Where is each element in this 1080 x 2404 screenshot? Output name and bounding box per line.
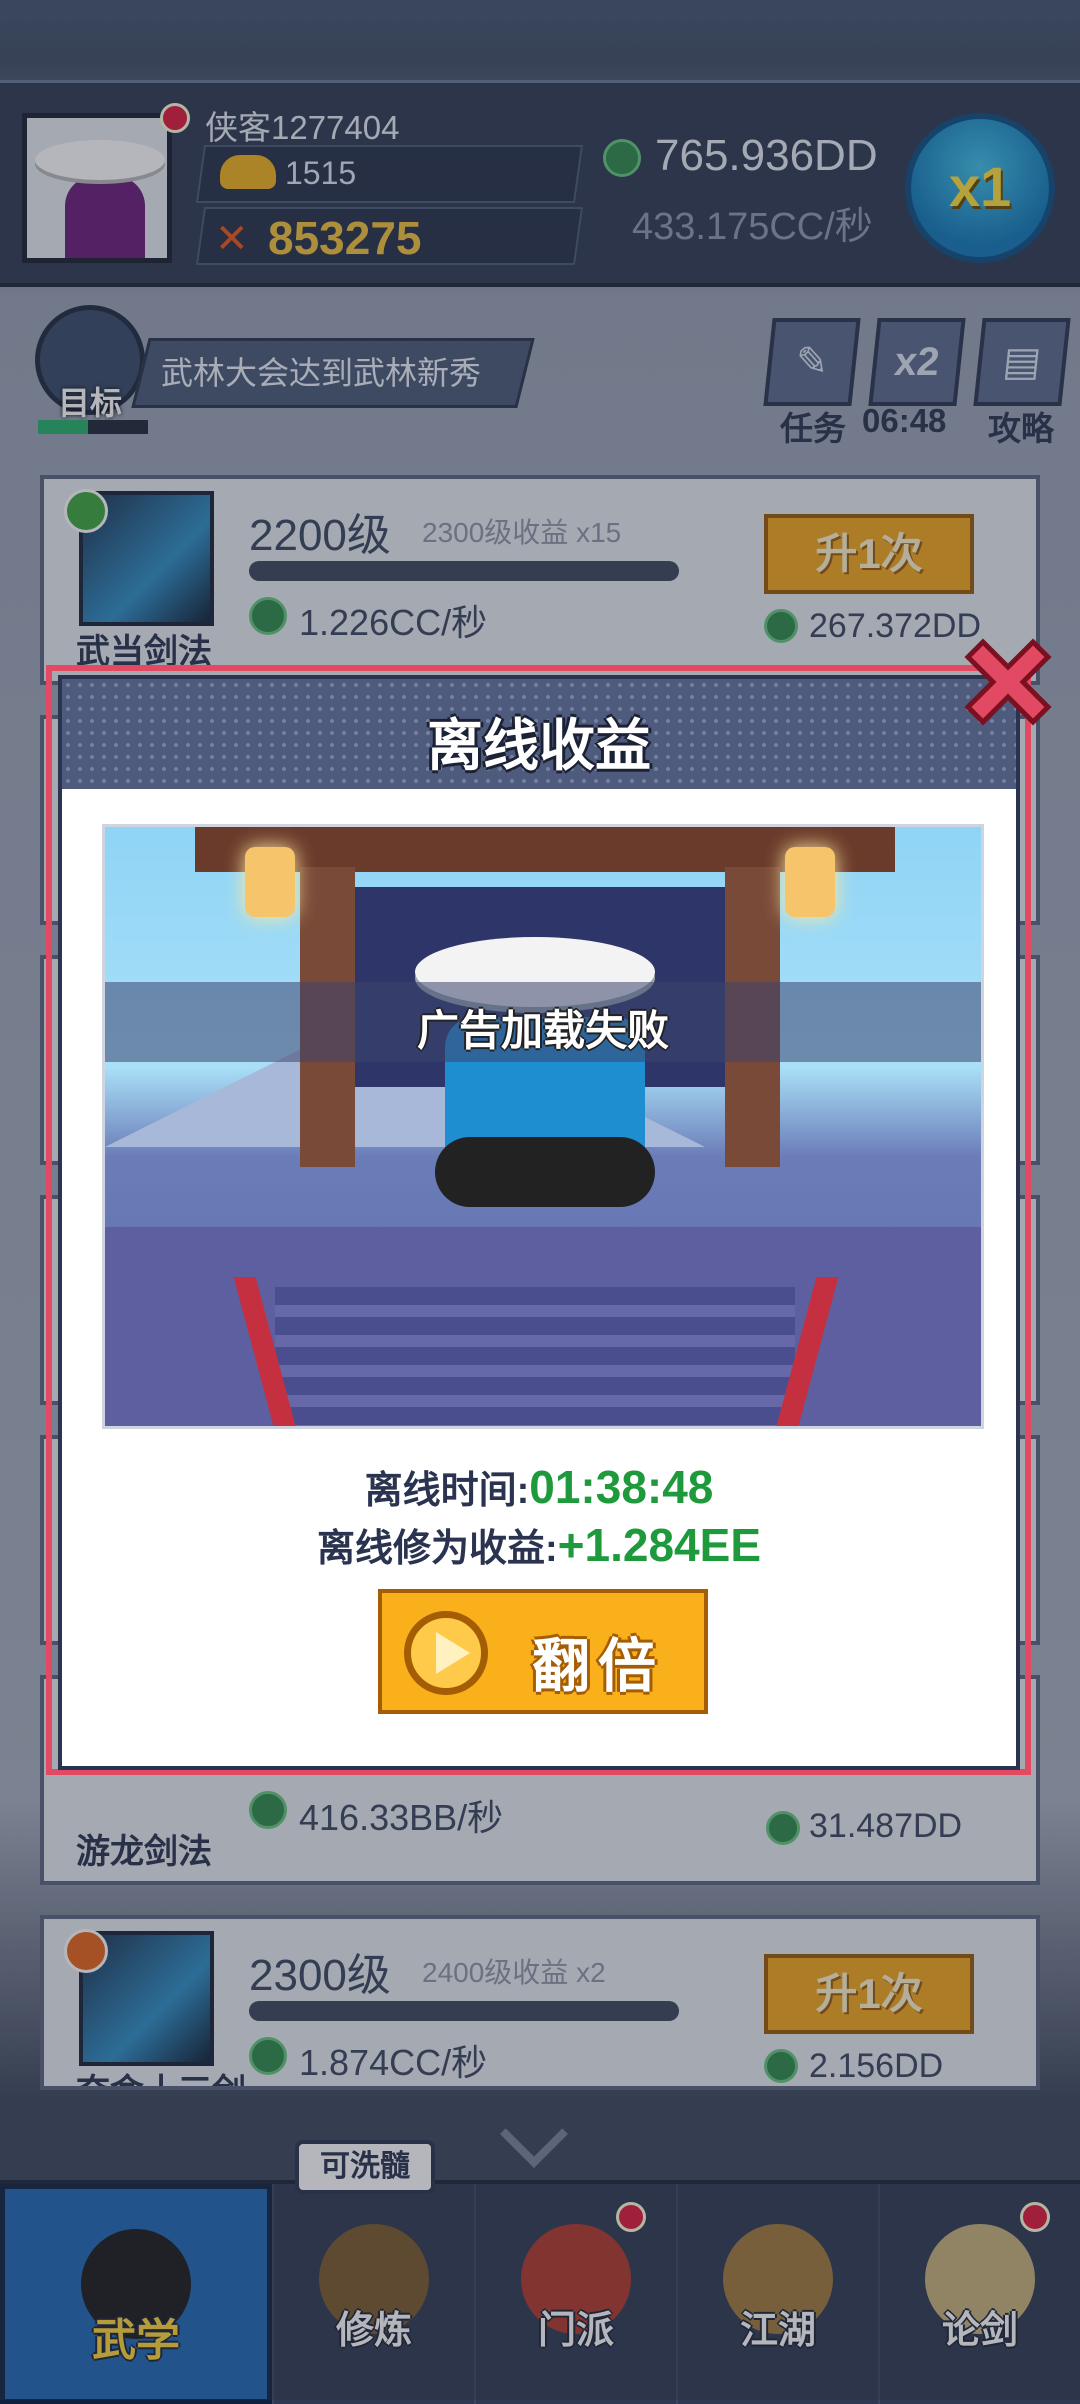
double-reward-button[interactable]: 翻倍 [378,1589,708,1714]
offline-reward-label: 离线修为收益: [317,1528,558,1570]
offline-time-label: 离线时间: [364,1470,530,1512]
lantern-icon [785,847,835,917]
offline-reward-modal: 离线收益 广告加载失败 离线时间:01:38:48 离线修为收益:+1.284E… [58,675,1020,1770]
close-icon[interactable] [958,632,1058,732]
character-legs [435,1137,655,1207]
play-video-icon [404,1611,488,1695]
ad-status-text: 广告加载失败 [416,1007,669,1054]
modal-title: 离线收益 [427,714,651,777]
offline-time-line: 离线时间:01:38:48 [62,1459,1016,1514]
offline-reward-value: +1.284EE [557,1519,761,1571]
offline-reward-line: 离线修为收益:+1.284EE [62,1517,1016,1572]
double-button-label: 翻倍 [532,1634,665,1699]
ad-preview-image: 广告加载失败 [102,824,984,1429]
lantern-icon [245,847,295,917]
stairs [275,1287,795,1426]
offline-time-value: 01:38:48 [529,1461,714,1513]
